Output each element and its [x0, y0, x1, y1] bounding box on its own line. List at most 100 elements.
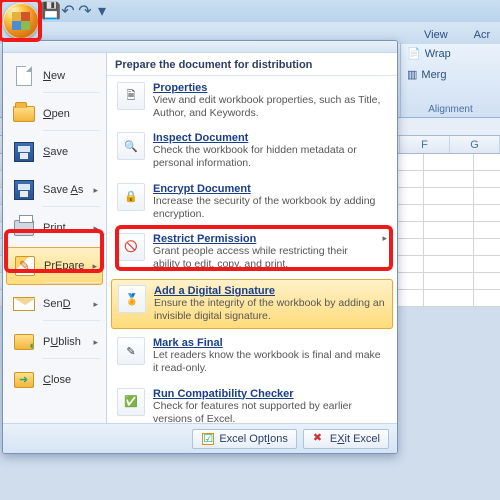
- prepare-restrict[interactable]: 🚫 Restrict PermissionGrant people access…: [107, 227, 397, 277]
- menu-prepare[interactable]: PrEpare ▸: [6, 247, 103, 285]
- cell[interactable]: [424, 256, 474, 273]
- properties-icon: 🗎: [127, 87, 136, 106]
- mark-final-icon: ✎: [126, 345, 135, 358]
- redo-icon[interactable]: ↷: [78, 4, 92, 18]
- cell[interactable]: [424, 239, 474, 256]
- submenu-header: Prepare the document for distribution: [107, 53, 397, 76]
- menu-label: Open: [43, 108, 70, 120]
- save-as-disk-icon: [14, 180, 34, 200]
- save-icon[interactable]: 💾: [44, 4, 58, 18]
- cell[interactable]: [424, 188, 474, 205]
- inspect-icon: 🔍: [124, 140, 138, 153]
- chevron-right-icon: ▸: [93, 185, 98, 196]
- menu-label: Print: [43, 222, 66, 234]
- cell[interactable]: [424, 154, 474, 171]
- options-icon: [202, 433, 214, 445]
- cell[interactable]: [474, 205, 500, 222]
- menu-save-as[interactable]: Save As ▸: [3, 171, 106, 209]
- chevron-right-icon: ▸: [93, 337, 98, 348]
- chevron-right-icon: ▸: [93, 299, 98, 310]
- prepare-add-digital-signature[interactable]: 🏅 Add a Digital SignatureEnsure the inte…: [111, 279, 393, 329]
- office-menu: New Open Save Save As ▸ Print ▸ PrEpare ▸ S…: [2, 40, 398, 454]
- item-desc: Let readers know the workbook is final a…: [153, 349, 387, 375]
- restrict-icon: 🚫: [124, 240, 138, 253]
- cell[interactable]: [474, 222, 500, 239]
- publish-icon: [14, 334, 34, 350]
- prepare-mark-final[interactable]: ✎ Mark as FinalLet readers know the work…: [107, 331, 397, 381]
- cell[interactable]: [474, 273, 500, 290]
- item-desc: Grant people access while restricting th…: [153, 245, 374, 271]
- item-title: Encrypt Document: [153, 183, 387, 195]
- envelope-icon: [13, 297, 35, 311]
- menu-close[interactable]: Close: [3, 361, 106, 399]
- menu-publish[interactable]: PUblish ▸: [3, 323, 106, 361]
- prepare-compatibility[interactable]: ✅ Run Compatibility CheckerCheck for fea…: [107, 382, 397, 432]
- item-title: Inspect Document: [153, 132, 387, 144]
- menu-print[interactable]: Print ▸: [3, 209, 106, 247]
- cell[interactable]: [474, 256, 500, 273]
- save-disk-icon: [14, 142, 34, 162]
- item-desc: Check for features not supported by earl…: [153, 400, 387, 426]
- quick-access-toolbar: 💾 ↶ ↷ ▾: [0, 0, 500, 22]
- lock-icon: 🔒: [124, 190, 138, 203]
- wrap-text-icon: 📄: [407, 47, 421, 60]
- cell[interactable]: [474, 290, 500, 307]
- new-document-icon: [16, 66, 32, 86]
- chevron-right-icon: ▸: [92, 261, 97, 272]
- menu-label: Save As: [43, 184, 83, 196]
- qat-customize-icon[interactable]: ▾: [95, 4, 109, 18]
- office-menu-right: Prepare the document for distribution 🗎 …: [107, 53, 397, 423]
- menu-label: New: [43, 70, 65, 82]
- chevron-right-icon: ▸: [382, 233, 387, 271]
- cell[interactable]: [424, 222, 474, 239]
- close-icon: [14, 372, 34, 388]
- cell[interactable]: [474, 171, 500, 188]
- group-label-alignment: Alignment: [401, 104, 500, 115]
- menu-label: Save: [43, 146, 68, 158]
- item-desc: Ensure the integrity of the workbook by …: [154, 297, 386, 323]
- menu-new[interactable]: New: [3, 57, 106, 95]
- exit-icon: [313, 433, 325, 445]
- item-desc: Increase the security of the workbook by…: [153, 195, 387, 221]
- button-label: Excel OptIons: [219, 433, 288, 445]
- menu-label: Close: [43, 374, 71, 386]
- open-folder-icon: [13, 106, 35, 122]
- menu-label: PrEpare: [44, 260, 84, 272]
- menu-send[interactable]: SenD ▸: [3, 285, 106, 323]
- button-label: EXit Excel: [330, 433, 380, 445]
- cell[interactable]: [424, 290, 474, 307]
- column-header[interactable]: F: [400, 136, 450, 153]
- signature-icon: 🏅: [125, 293, 139, 306]
- wrap-text-button[interactable]: 📄Wrap: [401, 43, 500, 64]
- compatibility-icon: ✅: [124, 395, 138, 408]
- item-desc: View and edit workbook properties, such …: [153, 94, 387, 120]
- prepare-encrypt[interactable]: 🔒 Encrypt DocumentIncrease the security …: [107, 177, 397, 227]
- item-title: Mark as Final: [153, 337, 387, 349]
- column-header[interactable]: G: [450, 136, 500, 153]
- office-button[interactable]: [0, 0, 42, 42]
- tab-acrobat[interactable]: Acr: [470, 26, 495, 44]
- item-title: Restrict Permission: [153, 233, 374, 245]
- merge-icon: ▥: [407, 68, 417, 81]
- menu-open[interactable]: Open: [3, 95, 106, 133]
- cell[interactable]: [474, 154, 500, 171]
- chevron-right-icon: ▸: [93, 223, 98, 234]
- menu-label: PUblish: [43, 336, 81, 348]
- item-title: Add a Digital Signature: [154, 285, 386, 297]
- menu-label: SenD: [43, 298, 71, 310]
- prepare-icon: [15, 256, 35, 276]
- item-title: Properties: [153, 82, 387, 94]
- merge-center-button[interactable]: ▥Merg: [401, 64, 500, 85]
- tab-view[interactable]: View: [420, 26, 452, 44]
- printer-icon: [14, 220, 34, 236]
- menu-save[interactable]: Save: [3, 133, 106, 171]
- cell[interactable]: [474, 188, 500, 205]
- cell[interactable]: [474, 239, 500, 256]
- item-title: Run Compatibility Checker: [153, 388, 387, 400]
- cell[interactable]: [424, 205, 474, 222]
- prepare-inspect[interactable]: 🔍 Inspect DocumentCheck the workbook for…: [107, 126, 397, 176]
- cell[interactable]: [424, 171, 474, 188]
- prepare-properties[interactable]: 🗎 PropertiesView and edit workbook prope…: [107, 76, 397, 126]
- undo-icon[interactable]: ↶: [61, 4, 75, 18]
- cell[interactable]: [424, 273, 474, 290]
